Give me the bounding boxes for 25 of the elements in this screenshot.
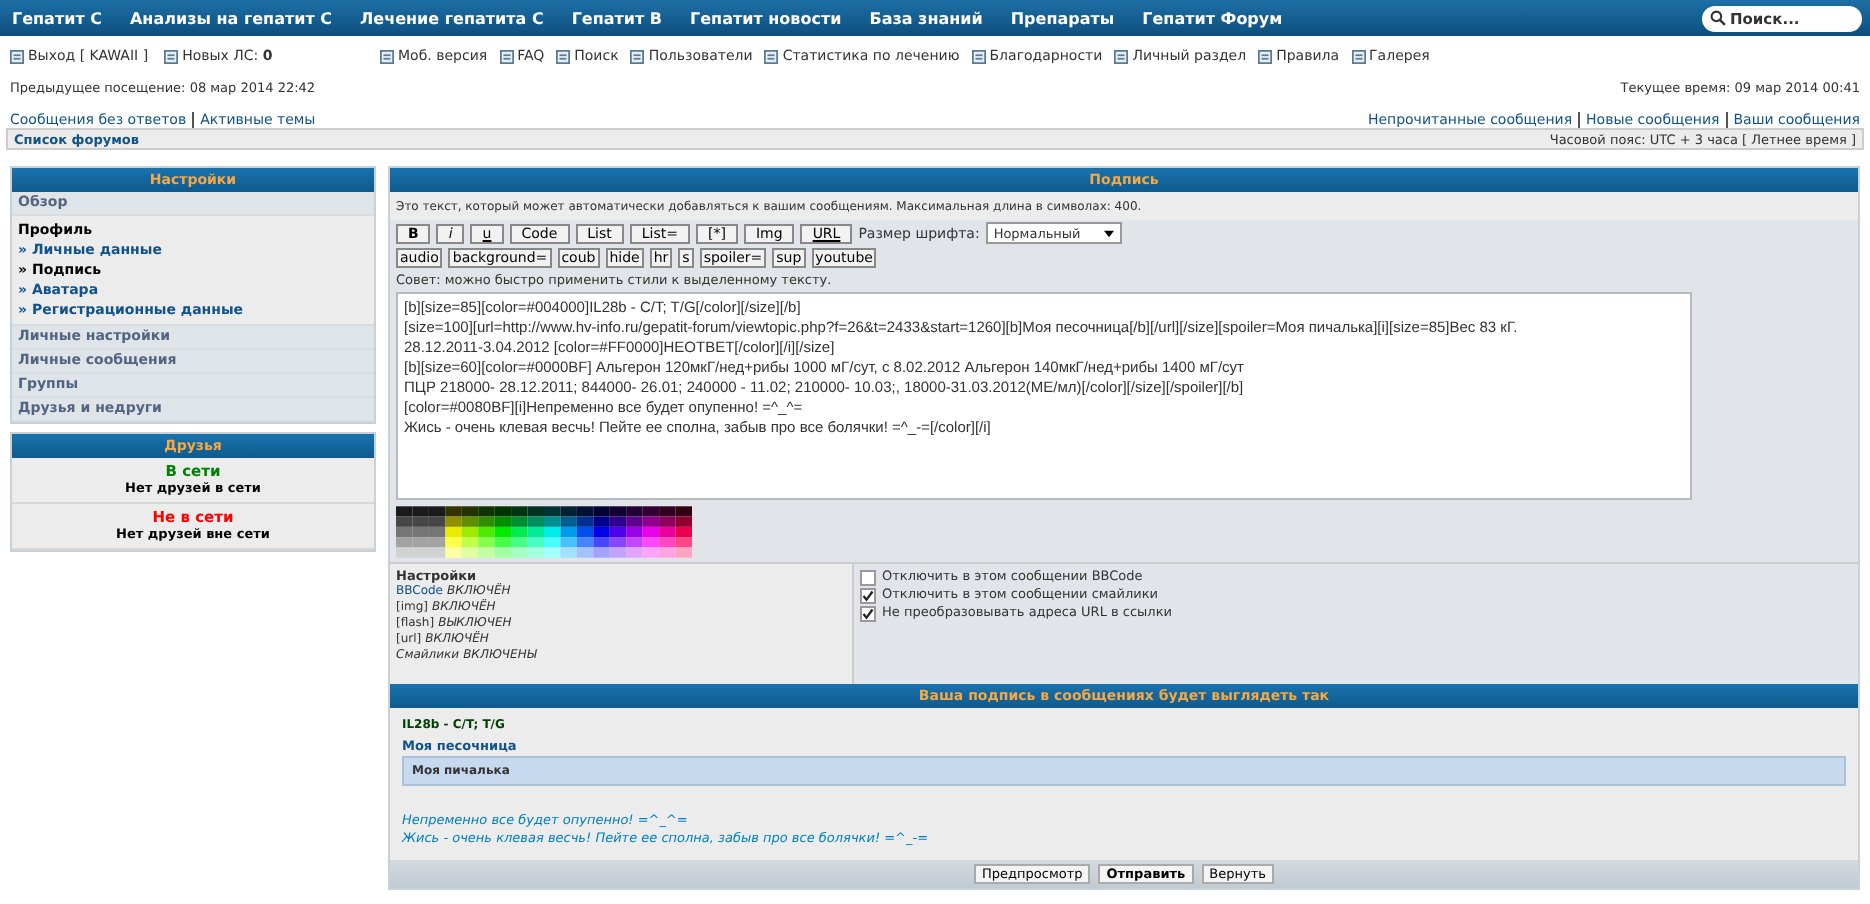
caret-icon bbox=[1103, 229, 1114, 237]
nav-link[interactable]: Лечение гепатита С bbox=[360, 9, 544, 27]
nav-link[interactable]: База знаний bbox=[869, 9, 983, 27]
nav-link[interactable]: Анализы на гепатит С bbox=[129, 9, 333, 27]
nav-link[interactable]: Гепатит В bbox=[571, 9, 663, 27]
checkbox[interactable] bbox=[860, 605, 876, 621]
page-icon bbox=[380, 49, 394, 63]
checkbox[interactable] bbox=[860, 587, 876, 603]
page-icon bbox=[971, 49, 986, 63]
search-icon bbox=[1710, 10, 1726, 26]
checkbox[interactable] bbox=[860, 569, 876, 585]
nav-link[interactable]: Гепатит С bbox=[12, 9, 102, 27]
page-icon bbox=[764, 49, 779, 63]
page-icon bbox=[164, 49, 179, 63]
page-icon bbox=[556, 49, 571, 63]
nav-link[interactable]: Гепатит Форум bbox=[1142, 9, 1283, 27]
page-icon bbox=[1114, 49, 1129, 63]
page-icon bbox=[1258, 49, 1273, 63]
color-palette-drawing[interactable] bbox=[396, 506, 692, 558]
page-icon bbox=[10, 49, 24, 63]
page-icon bbox=[1351, 49, 1366, 63]
nav-link[interactable]: Гепатит новости bbox=[690, 9, 842, 27]
nav-link[interactable]: Препараты bbox=[1010, 9, 1115, 27]
page-icon bbox=[630, 49, 645, 63]
page-icon bbox=[499, 49, 514, 63]
